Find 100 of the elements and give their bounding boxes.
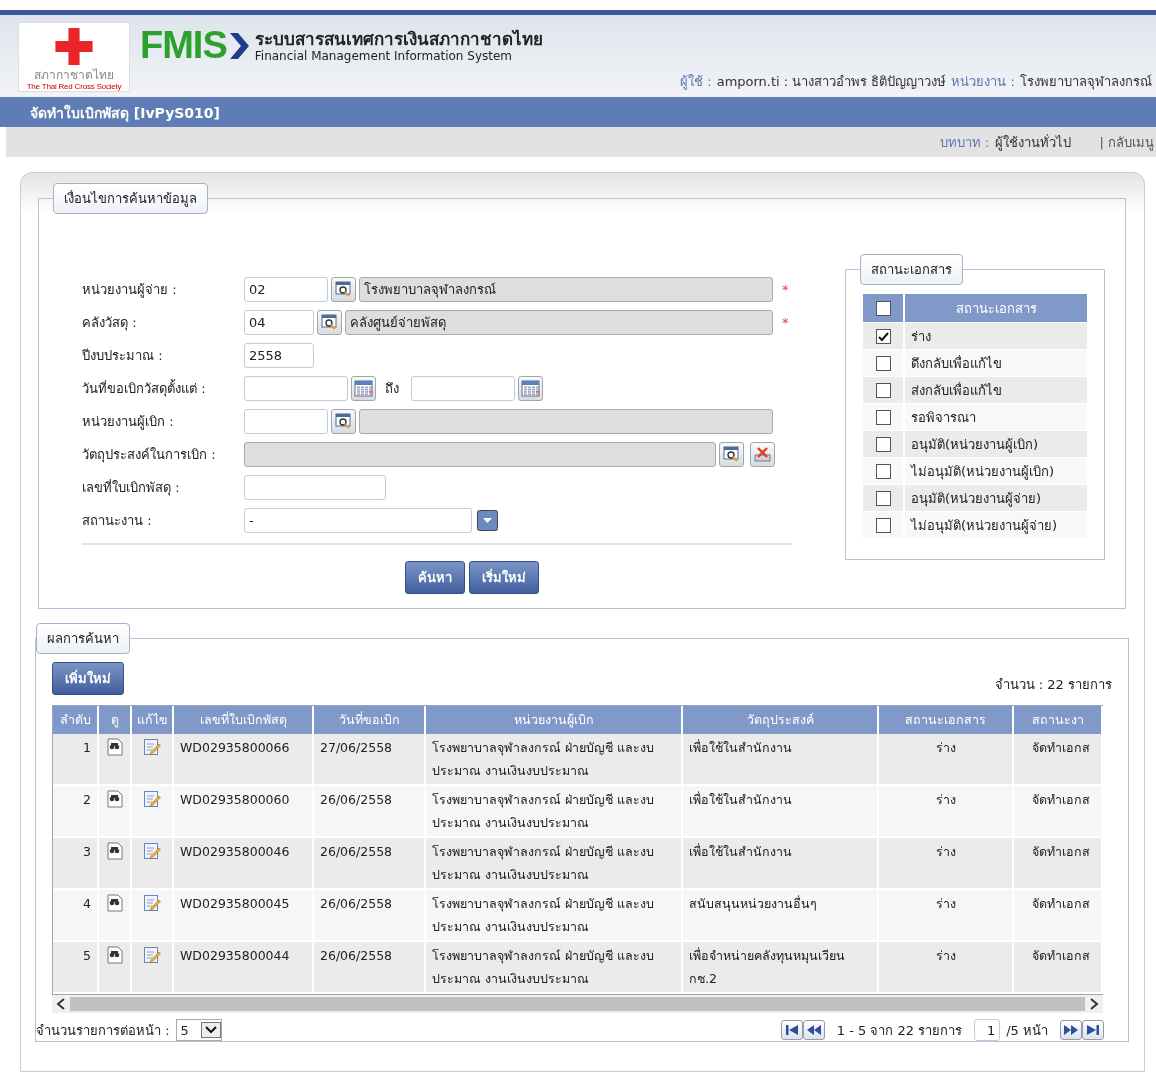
next-page-icon — [1063, 1023, 1079, 1037]
clear-icon — [753, 445, 772, 463]
code-field[interactable] — [244, 408, 328, 434]
last-page-icon — [1085, 1023, 1101, 1037]
table-cell: โรงพยาบาลจุฬาลงกรณ์ ฝ่ายบัญชี และงบประมาณ งานเงินงบประมาณ — [425, 889, 682, 941]
document-pencil-icon — [143, 946, 161, 964]
column-header: วัตถุประสงค์ — [682, 706, 878, 734]
column-header: สถานะเอกสาร — [903, 294, 1087, 322]
document-binoculars-icon — [105, 946, 124, 964]
user-label: ผู้ใช้ : — [680, 73, 712, 92]
document-binoculars-icon — [105, 894, 124, 912]
column-header: ลำดับ — [53, 706, 98, 734]
field-label: สถานะงาน : — [82, 511, 153, 530]
calendar-button[interactable] — [351, 375, 376, 401]
status-checkbox[interactable] — [875, 356, 891, 371]
date-to-field[interactable] — [411, 375, 515, 401]
select-all-checkbox[interactable] — [875, 301, 891, 316]
unit-label: หน่วยงาน : — [951, 73, 1015, 91]
system-thai-name: ระบบสารสนเทศการเงินสภากาชาดไทย — [254, 28, 543, 49]
column-header: เลขที่ใบเบิกพัสดุ — [173, 706, 313, 734]
view-button[interactable] — [105, 894, 124, 915]
section-title: สถานะเอกสาร — [860, 254, 963, 285]
window-search-icon — [723, 445, 740, 463]
document-number-field[interactable] — [244, 474, 386, 500]
purpose-field[interactable] — [244, 441, 716, 467]
table-cell: 26/06/2558 — [313, 837, 425, 889]
table-cell: สนับสนุนหน่วยงานอื่นๆ — [682, 889, 878, 941]
name-field[interactable] — [359, 408, 773, 434]
row-number: 5 — [53, 941, 98, 993]
name-field[interactable]: โรงพยาบาลจุฬาลงกรณ์ — [359, 276, 773, 302]
status-option: รอพิจารณา — [903, 404, 1087, 430]
scroll-right-icon — [1089, 998, 1099, 1010]
year-field[interactable]: 2558 — [244, 342, 314, 368]
total-pages: /5 หน้า — [1006, 1021, 1048, 1040]
table-cell: 26/06/2558 — [313, 941, 425, 993]
unit-value: โรงพยาบาลจุฬาลงกรณ์ — [1020, 73, 1152, 92]
table-cell: ร่าง — [878, 785, 1013, 837]
name-field[interactable]: คลังศูนย์จ่ายพัสดุ — [345, 309, 773, 335]
code-field[interactable]: 04 — [244, 309, 314, 335]
table-cell: เพื่อจำหน่ายคลังทุนหมุนเวียน กช.2 — [682, 941, 878, 993]
table-cell: จัดทำเอกส — [1013, 889, 1102, 941]
calendar-button[interactable] — [518, 375, 543, 401]
status-option: อนุมัติ(หน่วยงานผู้เบิก) — [903, 431, 1087, 457]
view-button[interactable] — [105, 738, 124, 759]
document-binoculars-icon — [105, 738, 124, 756]
view-button[interactable] — [105, 842, 124, 863]
horizontal-scrollbar[interactable] — [52, 995, 1103, 1013]
lookup-button[interactable] — [331, 276, 356, 302]
date-from-field[interactable] — [244, 375, 348, 401]
cross-icon — [53, 27, 95, 66]
reset-button[interactable]: เริ่มใหม่ — [469, 561, 539, 594]
clear-button[interactable] — [750, 441, 775, 467]
status-checkbox[interactable] — [875, 329, 891, 344]
page-number-field[interactable]: 1 — [974, 1019, 1001, 1041]
status-checkbox[interactable] — [875, 464, 891, 479]
chevron-icon — [228, 30, 251, 61]
view-button[interactable] — [105, 946, 124, 967]
view-button[interactable] — [105, 790, 124, 811]
next-page-button[interactable] — [1060, 1020, 1082, 1040]
user-value: amporn.ti : นางสาวอำพร ธิติปัญญาวงษ์ — [716, 73, 947, 91]
back-to-menu-link[interactable]: | กลับเมนู — [1099, 131, 1154, 153]
table-cell: 27/06/2558 — [313, 734, 425, 785]
scroll-left-icon — [56, 998, 66, 1010]
dropdown-button[interactable] — [475, 507, 500, 533]
section-title: เงื่อนไขการค้นหาข้อมูล — [53, 183, 208, 214]
status-checkbox[interactable] — [875, 437, 891, 452]
status-option: ร่าง — [903, 323, 1087, 349]
table-cell: จัดทำเอกส — [1013, 734, 1102, 785]
status-checkbox[interactable] — [875, 491, 891, 506]
first-page-icon — [783, 1023, 800, 1037]
search-button[interactable]: ค้นหา — [405, 561, 465, 594]
status-checkbox[interactable] — [875, 410, 891, 425]
status-select[interactable]: - — [244, 507, 472, 533]
previous-page-icon — [805, 1023, 822, 1037]
lookup-button[interactable] — [317, 309, 342, 335]
column-header: หน่วยงานผู้เบิก — [425, 706, 682, 734]
previous-page-button[interactable] — [802, 1020, 825, 1040]
row-number: 4 — [53, 889, 98, 941]
status-option: ไม่อนุมัติ(หน่วยงานผู้จ่าย) — [903, 512, 1087, 538]
column-header: ดู — [98, 706, 131, 734]
code-field[interactable]: 02 — [244, 276, 328, 302]
calendar-icon — [521, 379, 540, 397]
first-page-button[interactable] — [780, 1020, 803, 1040]
table-cell: จัดทำเอกส — [1013, 785, 1102, 837]
status-checkbox[interactable] — [875, 383, 891, 398]
status-checkbox[interactable] — [875, 518, 891, 533]
last-page-button[interactable] — [1082, 1020, 1104, 1040]
table-cell: โรงพยาบาลจุฬาลงกรณ์ ฝ่ายบัญชี และงบประมาณ งานเงินงบประมาณ — [425, 941, 682, 993]
system-english-name: Financial Management Information System — [254, 48, 514, 63]
window-search-icon — [335, 412, 352, 430]
range-separator: ถึง — [385, 379, 399, 398]
add-new-button[interactable]: เพิ่มใหม่ — [52, 662, 124, 695]
table-cell: ร่าง — [878, 837, 1013, 889]
table-cell: ร่าง — [878, 734, 1013, 785]
table-cell: 26/06/2558 — [313, 889, 425, 941]
field-label: วัตถุประสงค์ในการเบิก : — [82, 445, 217, 465]
lookup-button[interactable] — [331, 408, 356, 434]
column-header: สถานะเอกสาร — [878, 706, 1013, 734]
page-size-select[interactable]: 5 — [175, 1019, 222, 1041]
lookup-button[interactable] — [719, 441, 744, 467]
